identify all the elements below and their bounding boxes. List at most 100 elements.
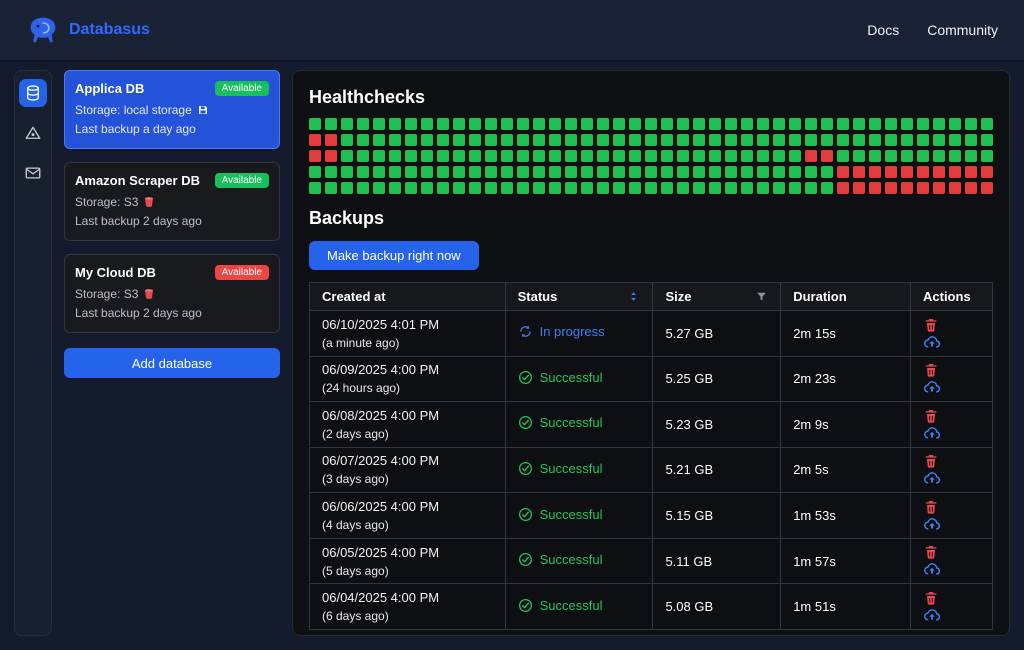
healthcheck-cell (741, 166, 753, 178)
brand-name: Databasus (69, 21, 150, 39)
created-at-cell: 06/08/2025 4:00 PM(2 days ago) (310, 402, 506, 448)
healthcheck-cell (309, 182, 321, 194)
delete-backup-button[interactable] (923, 499, 939, 515)
healthcheck-cell (485, 118, 497, 130)
restore-backup-button[interactable] (923, 560, 941, 578)
healthcheck-cell (773, 182, 785, 194)
restore-backup-button[interactable] (923, 424, 941, 442)
success-check-icon (518, 370, 533, 385)
healthcheck-cell (309, 150, 321, 162)
duration-cell: 2m 9s (781, 402, 911, 448)
mail-icon (24, 164, 42, 182)
nav-link-docs[interactable]: Docs (867, 22, 899, 38)
healthcheck-cell (437, 134, 449, 146)
healthcheck-cell (389, 182, 401, 194)
sort-icon[interactable] (627, 290, 640, 303)
healthcheck-cell (981, 166, 993, 178)
backup-row: 06/08/2025 4:00 PM(2 days ago)Successful… (310, 402, 993, 448)
cloud-upload-icon (923, 469, 941, 487)
rail-item-notifications[interactable] (19, 159, 47, 187)
healthcheck-cell (549, 166, 561, 178)
brand[interactable]: Databasus (26, 16, 150, 44)
delete-backup-button[interactable] (923, 317, 939, 333)
healthcheck-cell (709, 166, 721, 178)
healthcheck-cell (581, 150, 593, 162)
size-cell: 5.25 GB (653, 356, 781, 402)
delete-backup-button[interactable] (923, 408, 939, 424)
healthcheck-cell (709, 134, 721, 146)
healthcheck-cell (469, 118, 481, 130)
healthcheck-cell (821, 118, 833, 130)
healthcheck-cell (341, 166, 353, 178)
rail-item-databases[interactable] (19, 79, 47, 107)
healthcheck-cell (901, 182, 913, 194)
healthcheck-cell (981, 182, 993, 194)
healthcheck-cell (421, 182, 433, 194)
healthcheck-cell (453, 166, 465, 178)
restore-backup-button[interactable] (923, 606, 941, 624)
healthcheck-cell (981, 118, 993, 130)
healthcheck-cell (789, 150, 801, 162)
db-card-applica[interactable]: Applica DB Available Storage: local stor… (64, 70, 280, 149)
db-storage: Storage: S3 (75, 195, 269, 209)
restore-backup-button[interactable] (923, 333, 941, 351)
healthcheck-cell (725, 182, 737, 194)
restore-backup-button[interactable] (923, 469, 941, 487)
healthcheck-cell (501, 166, 513, 178)
add-database-button[interactable]: Add database (64, 348, 280, 378)
healthcheck-cell (629, 150, 641, 162)
healthcheck-cell (597, 134, 609, 146)
page-body: Applica DB Available Storage: local stor… (0, 62, 1024, 650)
healthcheck-cell (437, 118, 449, 130)
healthcheck-cell (581, 182, 593, 194)
db-card-my-cloud[interactable]: My Cloud DB Available Storage: S3 Last b… (64, 254, 280, 333)
status-text: Successful (540, 598, 603, 613)
healthcheck-cell (917, 182, 929, 194)
healthcheck-cell (981, 150, 993, 162)
delete-backup-button[interactable] (923, 453, 939, 469)
database-icon (24, 84, 42, 102)
actions-cell (911, 356, 993, 402)
restore-backup-button[interactable] (923, 378, 941, 396)
healthcheck-cell (357, 134, 369, 146)
delete-backup-button[interactable] (923, 362, 939, 378)
healthcheck-cell (613, 166, 625, 178)
healthcheck-cell (837, 134, 849, 146)
backups-title: Backups (309, 208, 993, 229)
healthcheck-cell (485, 150, 497, 162)
duration-cell: 2m 23s (781, 356, 911, 402)
delete-backup-button[interactable] (923, 590, 939, 606)
healthcheck-cell (549, 150, 561, 162)
nav-link-community[interactable]: Community (927, 22, 998, 38)
restore-backup-button[interactable] (923, 515, 941, 533)
healthcheck-cell (421, 118, 433, 130)
healthcheck-cell (645, 150, 657, 162)
db-last-backup: Last backup 2 days ago (75, 306, 269, 320)
healthcheck-cell (405, 150, 417, 162)
healthcheck-cell (549, 134, 561, 146)
healthcheck-cell (309, 166, 321, 178)
db-storage: Storage: S3 (75, 287, 269, 301)
make-backup-button[interactable]: Make backup right now (309, 241, 479, 270)
healthcheck-cell (949, 166, 961, 178)
healthcheck-cell (773, 166, 785, 178)
delete-backup-button[interactable] (923, 544, 939, 560)
healthcheck-cell (757, 134, 769, 146)
healthcheck-cell (325, 166, 337, 178)
healthcheck-cell (389, 118, 401, 130)
col-duration: Duration (781, 283, 911, 311)
healthcheck-cell (901, 134, 913, 146)
healthcheck-cell (677, 150, 689, 162)
disk-icon (197, 104, 209, 116)
healthcheck-cell (613, 134, 625, 146)
status-cell: Successful (505, 356, 653, 402)
healthcheck-cell (597, 150, 609, 162)
db-storage: Storage: local storage (75, 103, 269, 117)
db-card-amazon-scraper[interactable]: Amazon Scraper DB Available Storage: S3 … (64, 162, 280, 241)
col-actions: Actions (911, 283, 993, 311)
rail-item-storages[interactable] (19, 119, 47, 147)
healthcheck-cell (693, 166, 705, 178)
healthcheck-cell (773, 134, 785, 146)
filter-icon[interactable] (755, 290, 768, 303)
trash-icon (923, 544, 939, 560)
